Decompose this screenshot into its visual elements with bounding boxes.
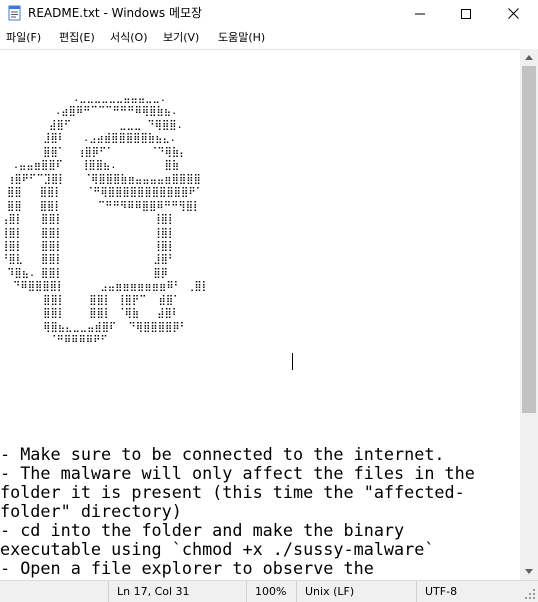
menu-bar: 파일(F) 편집(E) 서식(O) 보기(V) 도움말(H) [0, 27, 538, 49]
minimize-button[interactable] [397, 0, 443, 27]
scroll-up-icon [525, 55, 533, 60]
instructions-text: - Make sure to be connected to the inter… [0, 444, 475, 578]
line-ending: Unix (LF) [296, 581, 354, 602]
close-icon [507, 8, 519, 19]
ascii-art: .⣀⣀⣀⣀⣀⣀⣤⣤⣤⣀⣀. .⣴⣿⠿⠛⠉⠉⠉⠛⠛⠛⠿⢿⣿⣷⣦. ⣼⣿⠋ ⣀⣀⣀ … [1, 93, 209, 347]
resize-grip-icon[interactable] [524, 588, 536, 600]
zoom-level: 100% [246, 581, 286, 602]
document-content: .⣀⣀⣀⣀⣀⣀⣤⣤⣤⣀⣀. .⣴⣿⠿⠛⠉⠉⠉⠛⠛⠛⠿⢿⣿⣷⣦. ⣼⣿⠋ ⣀⣀⣀ … [1, 54, 209, 386]
close-button[interactable] [490, 0, 536, 27]
menu-file[interactable]: 파일(F) [6, 30, 41, 46]
scroll-up-button[interactable] [520, 49, 538, 66]
menu-edit[interactable]: 편집(E) [59, 30, 95, 46]
menu-format[interactable]: 서식(O) [110, 30, 147, 46]
scroll-down-button[interactable] [520, 563, 538, 580]
maximize-button[interactable] [443, 0, 489, 27]
window-title: README.txt - Windows 메모장 [28, 6, 203, 20]
menu-view[interactable]: 보기(V) [163, 30, 199, 46]
menu-help[interactable]: 도움말(H) [218, 30, 265, 46]
cursor-position: Ln 17, Col 31 [108, 581, 190, 602]
status-bar: Ln 17, Col 31 100% Unix (LF) UTF-8 [0, 580, 538, 602]
scroll-thumb[interactable] [522, 66, 536, 413]
notepad-window: README.txt - Windows 메모장 파일(F) 편집(E) 서식(… [0, 0, 538, 602]
encoding: UTF-8 [416, 581, 457, 602]
vertical-scrollbar[interactable] [520, 49, 538, 580]
scroll-down-icon [525, 569, 533, 574]
minimize-icon [415, 13, 425, 14]
notepad-icon [8, 5, 21, 21]
title-bar[interactable]: README.txt - Windows 메모장 [0, 0, 538, 27]
text-caret [292, 353, 293, 370]
text-editor[interactable]: .⣀⣀⣀⣀⣀⣀⣤⣤⣤⣀⣀. .⣴⣿⠿⠛⠉⠉⠉⠛⠛⠛⠿⢿⣿⣷⣦. ⣼⣿⠋ ⣀⣀⣀ … [0, 49, 520, 580]
maximize-icon [461, 8, 471, 19]
